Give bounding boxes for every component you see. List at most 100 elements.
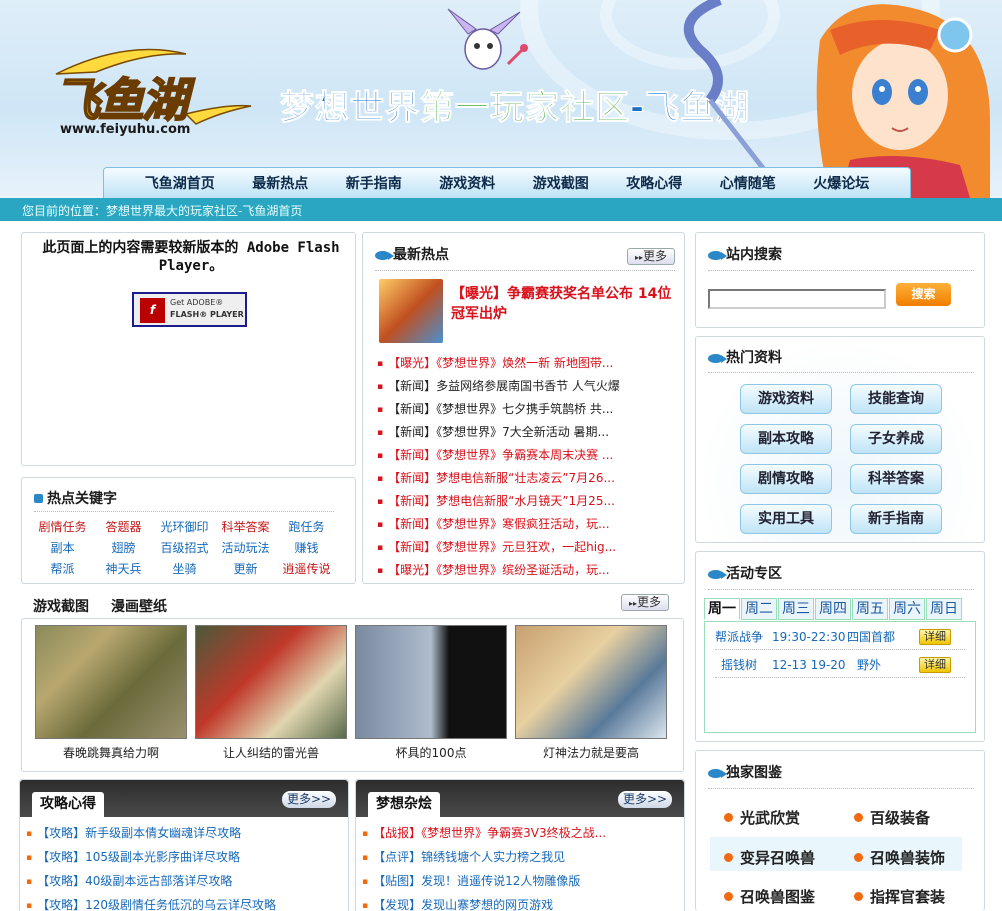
- fish-icon: [708, 768, 727, 778]
- activity-detail-button[interactable]: 详细: [919, 629, 951, 645]
- screenshot-thumbnail[interactable]: [195, 625, 347, 739]
- nav-item-game-data[interactable]: 游戏资料: [439, 173, 495, 193]
- misc-item[interactable]: 【战报】《梦想世界》争霸赛3V3终极之战...: [362, 821, 606, 845]
- activity-name[interactable]: 摇钱树: [721, 652, 757, 678]
- keyword-link[interactable]: 帮派: [32, 560, 93, 577]
- news-item[interactable]: 【新闻】梦想电信新服“壮志凌云”7月26...: [377, 467, 677, 490]
- keyword-link[interactable]: 翅膀: [93, 539, 154, 556]
- weekday-tab[interactable]: 周四: [815, 598, 851, 620]
- keyword-link[interactable]: 百级招式: [154, 539, 215, 556]
- nav-item-home[interactable]: 飞鱼湖首页: [145, 173, 215, 193]
- keyword-link[interactable]: 光环御印: [154, 518, 215, 535]
- news-item[interactable]: 【新闻】《梦想世界》元旦狂欢，一起hig...: [377, 536, 677, 559]
- keyword-link[interactable]: 剧情任务: [32, 518, 93, 535]
- news-item[interactable]: 【曝光】《梦想世界》缤纷圣诞活动，玩...: [377, 559, 677, 582]
- keyword-link[interactable]: 活动玩法: [215, 539, 276, 556]
- search-button[interactable]: 搜索: [896, 283, 951, 306]
- screenshot-thumbnail[interactable]: [355, 625, 507, 739]
- news-item[interactable]: 【新闻】《梦想世界》寒假疯狂活动，玩...: [377, 513, 677, 536]
- exclusive-item[interactable]: 变异召唤兽: [724, 847, 815, 868]
- pet-mascot-icon: [447, 8, 528, 70]
- misc-item[interactable]: 【发现】发现山寨梦想的网页游戏: [362, 893, 606, 911]
- tab-game-screenshots[interactable]: 游戏截图: [33, 599, 89, 615]
- weekday-tab[interactable]: 周三: [778, 598, 814, 620]
- news-more-button[interactable]: ▸▸更多: [627, 248, 675, 265]
- news-item[interactable]: 【新闻】《梦想世界》争霸赛本周末决赛 ...: [377, 444, 677, 467]
- activity-name[interactable]: 帮派战争: [715, 624, 763, 650]
- exclusive-item[interactable]: 召唤兽图鉴: [724, 886, 815, 907]
- activity-time: 19:30-22:30: [772, 630, 846, 644]
- nav-item-hot[interactable]: 最新热点: [252, 173, 308, 193]
- weekday-tab[interactable]: 周一: [704, 598, 740, 620]
- screenshot-caption[interactable]: 杯具的100点: [355, 744, 507, 761]
- weekday-tab[interactable]: 周日: [926, 598, 962, 620]
- divider: [34, 511, 334, 512]
- news-item[interactable]: 【新闻】梦想电信新服“水月镜天”1月25...: [377, 490, 677, 513]
- exclusive-item[interactable]: 指挥官套装: [854, 886, 945, 907]
- misc-tab[interactable]: 梦想杂烩: [368, 792, 440, 818]
- keyword-link[interactable]: 答题器: [93, 518, 154, 535]
- nav-item-screenshots[interactable]: 游戏截图: [533, 173, 589, 193]
- site-logo[interactable]: 飞鱼湖 www.feiyuhu.com: [36, 34, 256, 144]
- news-item[interactable]: 【新闻】多益网络参展南国书香节 人气火爆: [377, 375, 677, 398]
- keyword-link[interactable]: 赚钱: [276, 539, 337, 556]
- get-flash-player-button[interactable]: f Get ADOBE® FLASH® PLAYER: [132, 292, 247, 327]
- strategy-item[interactable]: 【攻略】120级剧情任务低沉的乌云详尽攻略: [26, 893, 276, 911]
- news-item[interactable]: 【新闻】《梦想世界》七夕携手筑鹊桥 共...: [377, 398, 677, 421]
- screenshot-thumbnail[interactable]: [35, 625, 187, 739]
- hot-data-button[interactable]: 实用工具: [740, 504, 832, 534]
- screenshot-thumbnail[interactable]: [515, 625, 667, 739]
- divider: [708, 270, 974, 271]
- keyword-link[interactable]: 神天兵: [93, 560, 154, 577]
- tab-comic-wallpapers[interactable]: 漫画壁纸: [111, 599, 167, 615]
- weekday-tab[interactable]: 周五: [852, 598, 888, 620]
- keyword-link[interactable]: 科举答案: [215, 518, 276, 535]
- news-item[interactable]: 【曝光】《梦想世界》焕然一新 新地图带...: [377, 352, 677, 375]
- strategy-item[interactable]: 【攻略】新手级副本倩女幽魂详尽攻略: [26, 821, 276, 845]
- keyword-link[interactable]: 坐骑: [154, 560, 215, 577]
- hot-data-button[interactable]: 子女养成: [850, 424, 942, 454]
- search-input[interactable]: [708, 289, 886, 309]
- strategy-item[interactable]: 【攻略】40级副本远古部落详尽攻略: [26, 869, 276, 893]
- exclusive-item[interactable]: 召唤兽装饰: [854, 847, 945, 868]
- strategy-more-button[interactable]: 更多>>: [282, 791, 336, 808]
- misc-item[interactable]: 【点评】锦绣钱塘个人实力榜之我见: [362, 845, 606, 869]
- flash-logo-icon: f: [140, 298, 165, 323]
- strategy-tab[interactable]: 攻略心得: [32, 792, 104, 818]
- screenshot-caption[interactable]: 春晚跳舞真给力啊: [35, 744, 187, 761]
- featured-news-headline[interactable]: 【曝光】争霸赛获奖名单公布 14位冠军出炉: [451, 284, 681, 324]
- misc-item[interactable]: 【贴图】发现！逍遥传说12人物雕像版: [362, 869, 606, 893]
- strategy-item[interactable]: 【攻略】105级副本光影序曲详尽攻略: [26, 845, 276, 869]
- divider: [708, 372, 974, 373]
- misc-more-button[interactable]: 更多>>: [618, 791, 672, 808]
- keyword-link[interactable]: 跑任务: [276, 518, 337, 535]
- featured-news[interactable]: 【曝光】争霸赛获奖名单公布 14位冠军出炉: [379, 279, 679, 345]
- exclusive-item[interactable]: 百级装备: [854, 807, 930, 828]
- screenshots-more-button[interactable]: ▸▸更多: [621, 594, 669, 611]
- keyword-link[interactable]: 副本: [32, 539, 93, 556]
- weekday-tab[interactable]: 周六: [889, 598, 925, 620]
- nav-item-guide[interactable]: 新手指南: [346, 173, 402, 193]
- weekday-tab[interactable]: 周二: [741, 598, 777, 620]
- hot-data-button[interactable]: 科举答案: [850, 464, 942, 494]
- nav-item-forum[interactable]: 火爆论坛: [813, 173, 869, 193]
- featured-news-thumbnail[interactable]: [379, 279, 443, 343]
- hot-data-button[interactable]: 剧情攻略: [740, 464, 832, 494]
- hot-data-button[interactable]: 副本攻略: [740, 424, 832, 454]
- fish-icon: [708, 353, 727, 363]
- hot-data-button[interactable]: 新手指南: [850, 504, 942, 534]
- keyword-link[interactable]: 更新: [215, 560, 276, 577]
- exclusive-item[interactable]: 光武欣赏: [724, 807, 800, 828]
- nav-item-strategy[interactable]: 攻略心得: [626, 173, 682, 193]
- news-item[interactable]: 【新闻】《梦想世界》7大全新活动 暑期...: [377, 421, 677, 444]
- hot-data-button[interactable]: 游戏资料: [740, 384, 832, 414]
- screenshot-caption[interactable]: 灯神法力就是要高: [515, 744, 667, 761]
- activity-time: 12-13 19-20: [772, 658, 846, 672]
- activity-place: 四国首都: [847, 630, 896, 644]
- screenshot-caption[interactable]: 让人纠结的雷光兽: [195, 744, 347, 761]
- nav-item-essays[interactable]: 心情随笔: [720, 173, 776, 193]
- hot-keywords-label: 热点关键字: [47, 491, 117, 507]
- activity-detail-button[interactable]: 详细: [919, 657, 951, 673]
- hot-data-button[interactable]: 技能查询: [850, 384, 942, 414]
- keyword-link[interactable]: 逍遥传说: [276, 560, 337, 577]
